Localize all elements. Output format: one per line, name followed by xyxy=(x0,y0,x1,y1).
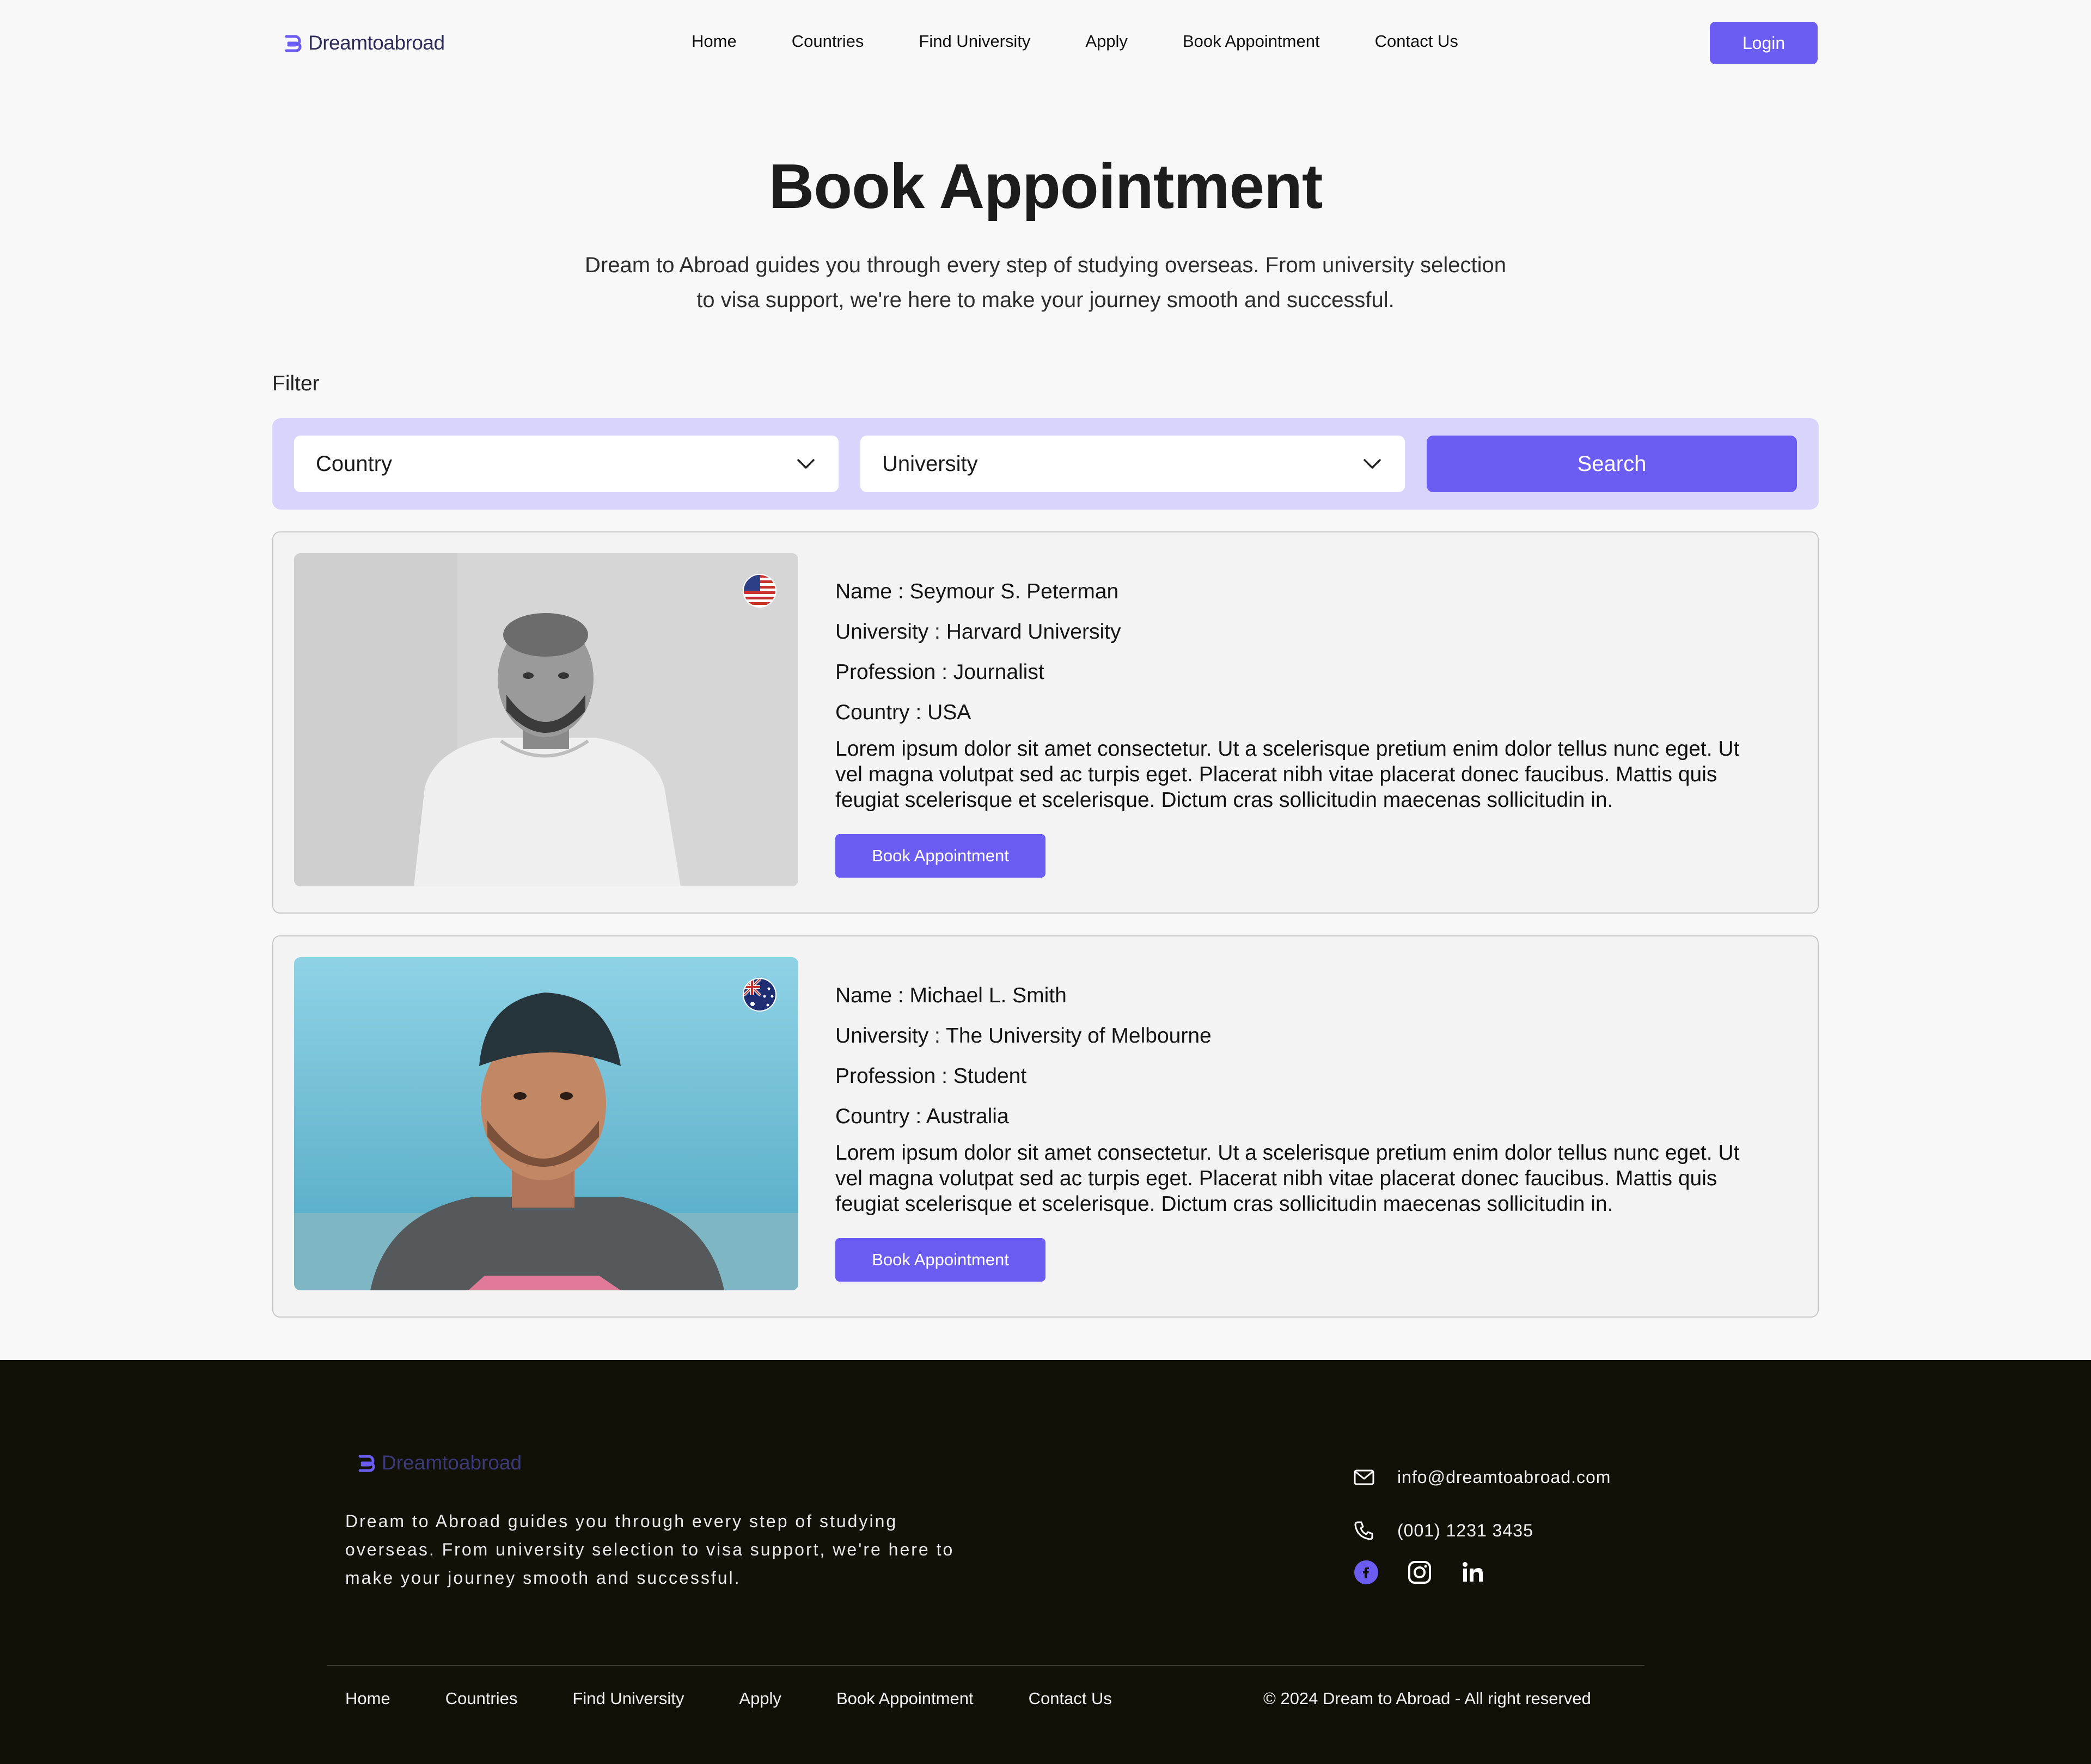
footer-divider xyxy=(327,1665,1644,1666)
chevron-down-icon xyxy=(797,459,815,469)
mentor-info: Name : Seymour S. Peterman University : … xyxy=(835,572,1772,813)
book-appointment-button[interactable]: Book Appointment xyxy=(835,1238,1046,1282)
mentor-country: Country : Australia xyxy=(835,1105,1009,1128)
page-title: Book Appointment xyxy=(768,151,1323,222)
logo[interactable]: Dreamtoabroad xyxy=(283,32,445,54)
footer-logo[interactable]: Dreamtoabroad xyxy=(357,1451,522,1474)
main-nav: Home Countries Find University Apply Boo… xyxy=(692,32,1513,51)
nav-home[interactable]: Home xyxy=(692,32,737,51)
mentor-profession: Profession : Student xyxy=(835,1064,1027,1088)
mail-icon xyxy=(1354,1469,1374,1485)
nav-find-university[interactable]: Find University xyxy=(919,32,1030,51)
social-links xyxy=(1353,1559,1487,1586)
usa-flag-icon xyxy=(743,574,777,608)
site-footer: Dreamtoabroad Dream to Abroad guides you… xyxy=(0,1360,2091,1764)
logo-icon xyxy=(358,1455,375,1472)
linkedin-icon[interactable] xyxy=(1459,1559,1487,1586)
mentor-university: University : The University of Melbourne xyxy=(835,1024,1212,1048)
profile-photo xyxy=(294,957,798,1290)
footer-nav-apply[interactable]: Apply xyxy=(739,1689,781,1708)
footer-nav-find-university[interactable]: Find University xyxy=(572,1689,684,1708)
facebook-icon[interactable] xyxy=(1353,1559,1380,1586)
mentor-description: Lorem ipsum dolor sit amet consectetur. … xyxy=(835,1141,1740,1216)
book-appointment-button[interactable]: Book Appointment xyxy=(835,834,1046,878)
nav-book-appointment[interactable]: Book Appointment xyxy=(1183,32,1320,51)
search-button[interactable]: Search xyxy=(1427,436,1797,492)
mentor-country: Country : USA xyxy=(835,701,971,724)
mentor-name: Name : Seymour S. Peterman xyxy=(835,580,1119,603)
page-subtitle: Dream to Abroad guides you through every… xyxy=(585,253,1506,312)
country-select[interactable]: Country xyxy=(294,436,839,492)
copyright-text: © 2024 Dream to Abroad - All right reser… xyxy=(1263,1689,1591,1708)
mentor-profession: Profession : Journalist xyxy=(835,660,1044,684)
instagram-icon[interactable] xyxy=(1406,1559,1433,1586)
site-header: Dreamtoabroad Home Countries Find Univer… xyxy=(0,0,2091,87)
phone-text: (001) 1231 3435 xyxy=(1397,1520,1533,1540)
footer-nav: Home Countries Find University Apply Boo… xyxy=(345,1689,1167,1708)
footer-nav-contact-us[interactable]: Contact Us xyxy=(1029,1689,1112,1708)
filter-bar: Country University Search xyxy=(272,418,1819,510)
login-button[interactable]: Login xyxy=(1710,22,1818,64)
phone-contact[interactable]: (001) 1231 3435 xyxy=(1353,1504,1611,1557)
profile-photo xyxy=(294,553,798,886)
university-select-value: University xyxy=(882,451,978,476)
nav-apply[interactable]: Apply xyxy=(1085,32,1128,51)
logo-icon xyxy=(285,35,302,52)
filter-label: Filter xyxy=(272,372,320,395)
mentor-university: University : Harvard University xyxy=(835,620,1121,644)
mentor-description: Lorem ipsum dolor sit amet consectetur. … xyxy=(835,737,1740,812)
university-select[interactable]: University xyxy=(860,436,1405,492)
mentor-info: Name : Michael L. Smith University : The… xyxy=(835,976,1772,1217)
footer-nav-book-appointment[interactable]: Book Appointment xyxy=(836,1689,974,1708)
footer-logo-text: Dreamtoabroad xyxy=(382,1451,522,1474)
mentor-card: Name : Michael L. Smith University : The… xyxy=(272,935,1819,1318)
nav-countries[interactable]: Countries xyxy=(792,32,864,51)
nav-contact-us[interactable]: Contact Us xyxy=(1375,32,1458,51)
chevron-down-icon xyxy=(1364,459,1381,469)
footer-about: Dream to Abroad guides you through every… xyxy=(345,1511,955,1588)
mentor-card: Name : Seymour S. Peterman University : … xyxy=(272,531,1819,914)
footer-nav-countries[interactable]: Countries xyxy=(445,1689,518,1708)
footer-contact: info@dreamtoabroad.com (001) 1231 3435 xyxy=(1353,1450,1611,1557)
phone-icon xyxy=(1354,1521,1373,1540)
logo-text: Dreamtoabroad xyxy=(308,32,445,54)
australia-flag-icon xyxy=(743,978,777,1012)
email-text: info@dreamtoabroad.com xyxy=(1397,1467,1611,1487)
email-contact[interactable]: info@dreamtoabroad.com xyxy=(1353,1450,1611,1504)
mentor-name: Name : Michael L. Smith xyxy=(835,984,1067,1007)
footer-nav-home[interactable]: Home xyxy=(345,1689,390,1708)
country-select-value: Country xyxy=(316,451,393,476)
